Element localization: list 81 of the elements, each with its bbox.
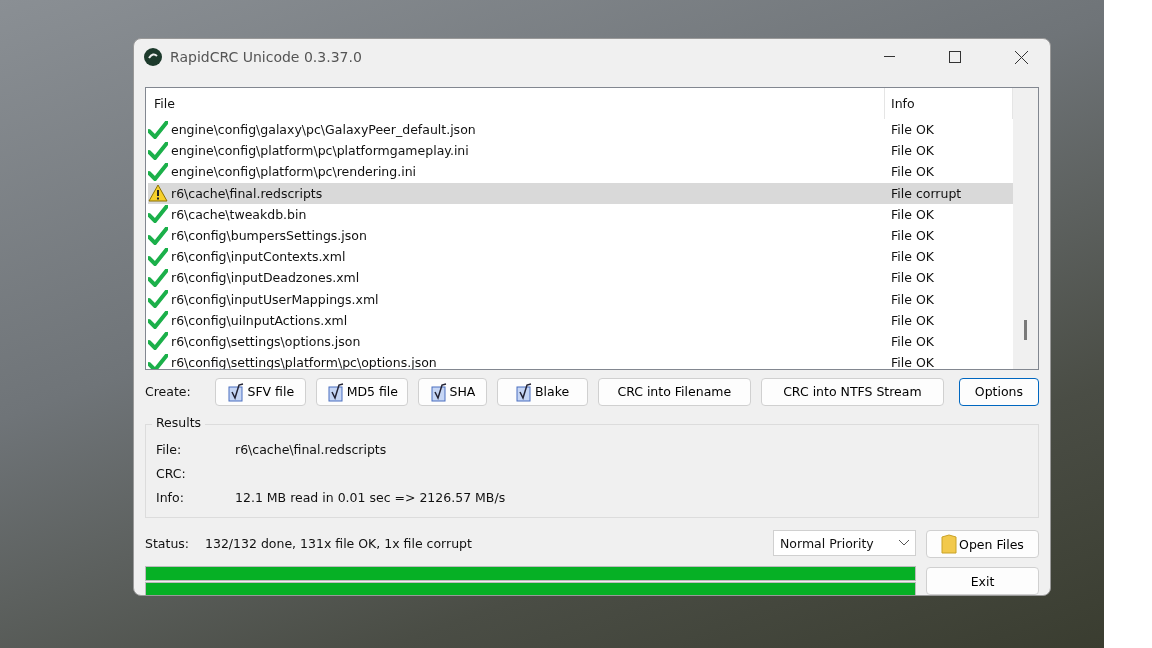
- document-check-icon: [515, 381, 534, 402]
- file-row[interactable]: engine\config\platform\pc\platformgameplay.ini File OK: [148, 140, 1013, 162]
- warning-icon: [148, 184, 168, 203]
- file-row[interactable]: engine\config\platform\pc\rendering.ini File OK: [148, 161, 1013, 183]
- file-row[interactable]: r6\config\settings\options.json File OK: [148, 330, 1013, 353]
- check-icon: [148, 226, 168, 245]
- group-title: Results: [152, 415, 206, 430]
- file-row[interactable]: r6\config\settings\platform\pc\options.json File OK: [148, 352, 1013, 369]
- file-row[interactable]: engine\config\galaxy\pc\GalaxyPeer_default.json File OK: [148, 119, 1013, 141]
- create-button[interactable]: CRC into NTFS Stream: [760, 377, 944, 406]
- file-status: File OK: [891, 206, 934, 222]
- file-name: r6\cache\final.redscripts: [171, 185, 323, 201]
- create-button[interactable]: CRC into Filename: [597, 377, 751, 406]
- check-icon: [148, 141, 168, 160]
- file-status: File OK: [891, 291, 934, 307]
- create-button[interactable]: Options: [958, 377, 1039, 406]
- column-header[interactable]: File: [148, 88, 885, 119]
- create-button[interactable]: SHA: [418, 377, 487, 406]
- create-button[interactable]: Blake: [496, 377, 588, 406]
- document-check-icon: [227, 381, 246, 402]
- create-label: Create:: [145, 384, 192, 399]
- check-icon: [148, 247, 168, 266]
- check-icon: [148, 353, 168, 369]
- file-name: r6\config\uiInputActions.xml: [171, 312, 348, 328]
- file-row[interactable]: r6\config\uiInputActions.xml File OK: [148, 309, 1013, 331]
- field-value: r6\cache\final.redscripts: [235, 442, 387, 457]
- file-name: r6\config\inputContexts.xml: [171, 249, 346, 265]
- document-check-icon: [429, 381, 448, 402]
- file-name: r6\config\settings\options.json: [171, 333, 361, 349]
- file-status: File corrupt: [891, 185, 962, 201]
- field-label: File:: [156, 442, 183, 457]
- maximize-icon: [949, 51, 961, 63]
- check-icon: [148, 332, 168, 351]
- file-name: r6\config\inputUserMappings.xml: [171, 291, 379, 307]
- file-status: File OK: [891, 312, 934, 328]
- priority-dropdown[interactable]: Normal Priority: [773, 530, 916, 556]
- check-icon: [148, 268, 168, 287]
- file-row[interactable]: r6\cache\tweakdb.bin File OK: [148, 203, 1013, 225]
- file-status: File OK: [891, 164, 934, 180]
- file-name: engine\config\galaxy\pc\GalaxyPeer_default.json: [171, 122, 476, 138]
- file-status: File OK: [891, 228, 934, 244]
- check-icon: [148, 205, 168, 224]
- file-name: engine\config\platform\pc\platformgameplay.ini: [171, 143, 469, 159]
- document-check-icon: [326, 381, 345, 402]
- create-button[interactable]: MD5 file: [316, 377, 409, 406]
- file-name: r6\cache\tweakdb.bin: [171, 206, 307, 222]
- file-row[interactable]: r6\config\bumpersSettings.json File OK: [148, 224, 1013, 247]
- file-row[interactable]: r6\cache\final.redscripts File corrupt: [148, 182, 1013, 204]
- window-title: RapidCRC Unicode 0.3.37.0: [170, 49, 363, 65]
- scrollbar[interactable]: [1013, 88, 1038, 369]
- file-name: r6\config\bumpersSettings.json: [171, 228, 367, 244]
- file-row[interactable]: r6\config\inputDeadzones.xml File OK: [148, 267, 1013, 289]
- app-icon: [144, 48, 162, 66]
- folder-icon: [941, 534, 958, 554]
- chevron-down-icon: [899, 540, 909, 546]
- status-label: Status:: [145, 535, 191, 551]
- create-button[interactable]: SFV file: [215, 377, 307, 406]
- field-label: Info:: [156, 490, 185, 505]
- file-status: File OK: [891, 143, 934, 159]
- file-name: r6\config\settings\platform\pc\options.json: [171, 355, 437, 369]
- close-icon: [1014, 50, 1028, 64]
- file-status: File OK: [891, 355, 934, 369]
- check-icon: [148, 162, 168, 181]
- scrollbar-thumb[interactable]: [1024, 320, 1027, 340]
- field-value: 12.1 MB read in 0.01 sec => 2126.57 MB/s: [235, 490, 506, 505]
- file-status: File OK: [891, 333, 934, 349]
- check-icon: [148, 311, 168, 330]
- check-icon: [148, 290, 168, 309]
- exit-button[interactable]: Exit: [926, 567, 1039, 595]
- check-icon: [148, 120, 168, 139]
- open-files-button[interactable]: Open Files: [926, 530, 1039, 558]
- file-name: r6\config\inputDeadzones.xml: [171, 270, 360, 286]
- status-text: 132/132 done, 131x file OK, 1x file corrupt: [205, 535, 472, 551]
- file-status: File OK: [891, 270, 934, 286]
- file-row[interactable]: r6\config\inputUserMappings.xml File OK: [148, 288, 1013, 310]
- file-status: File OK: [891, 122, 934, 138]
- file-name: engine\config\platform\pc\rendering.ini: [171, 164, 417, 180]
- file-row[interactable]: r6\config\inputContexts.xml File OK: [148, 246, 1013, 268]
- field-label: CRC:: [156, 466, 187, 481]
- minimize-icon: [883, 56, 895, 58]
- file-status: File OK: [891, 249, 934, 265]
